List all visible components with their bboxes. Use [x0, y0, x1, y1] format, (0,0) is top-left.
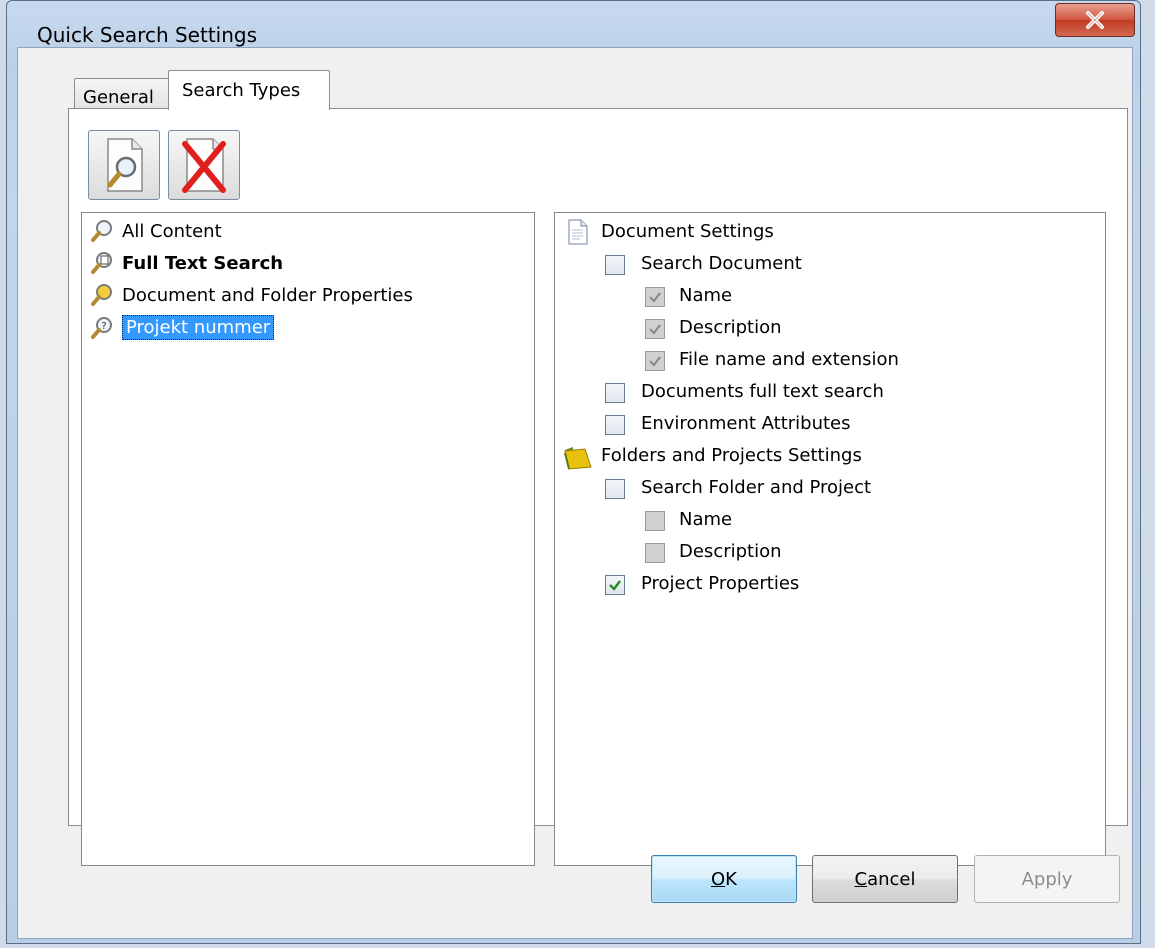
magnifier-icon [90, 219, 114, 243]
doc-description-checkbox[interactable] [645, 319, 665, 339]
cancel-button[interactable]: Cancel [812, 855, 958, 903]
magnifier-folder-icon [90, 283, 114, 307]
list-item[interactable]: Full Text Search [90, 251, 283, 275]
ok-label: OK [711, 868, 737, 890]
tab-general[interactable]: General [74, 78, 169, 109]
list-item[interactable]: Document and Folder Properties [90, 283, 413, 307]
doc-filename-label: File name and extension [679, 349, 899, 370]
document-settings-group: Document Settings [601, 221, 774, 242]
docs-full-text-label: Documents full text search [641, 381, 884, 402]
docs-full-text-checkbox[interactable] [605, 383, 625, 403]
folder-description-label: Description [679, 541, 782, 562]
delete-search-type-button[interactable] [168, 130, 240, 200]
dialog-client-area: General Search Types All Content Full Te… [17, 47, 1133, 939]
search-folder-label: Search Folder and Project [641, 477, 872, 498]
dialog-window: Quick Search Settings General Search Typ… [6, 0, 1141, 944]
settings-tree[interactable]: Document Settings Search Document Name D… [554, 212, 1106, 866]
tab-search-types[interactable]: Search Types [168, 70, 330, 110]
folder-description-checkbox[interactable] [645, 543, 665, 563]
new-search-type-button[interactable] [88, 130, 160, 200]
folder-icon [563, 445, 593, 471]
search-document-label: Search Document [641, 253, 802, 274]
delete-search-type-icon [182, 138, 226, 193]
svg-text:?: ? [101, 321, 106, 332]
search-folder-checkbox[interactable] [605, 479, 625, 499]
selected-item-label: Projekt nummer [122, 315, 275, 340]
project-properties-checkbox[interactable] [605, 575, 625, 595]
list-item[interactable]: All Content [90, 219, 222, 243]
folders-projects-group: Folders and Projects Settings [601, 445, 862, 466]
close-button[interactable] [1055, 3, 1135, 37]
doc-filename-checkbox[interactable] [645, 351, 665, 371]
project-properties-label: Project Properties [641, 573, 800, 594]
magnifier-question-icon: ? [90, 316, 114, 340]
doc-description-label: Description [679, 317, 782, 338]
env-attributes-label: Environment Attributes [641, 413, 851, 434]
ok-button[interactable]: OK [651, 855, 797, 903]
check-icon [649, 356, 661, 367]
env-attributes-checkbox[interactable] [605, 415, 625, 435]
search-types-list[interactable]: All Content Full Text Search Document an… [81, 212, 535, 866]
doc-name-label: Name [679, 285, 733, 306]
window-title: Quick Search Settings [37, 23, 258, 47]
list-item[interactable]: ? Projekt nummer [90, 315, 275, 340]
search-document-checkbox[interactable] [605, 255, 625, 275]
apply-button[interactable]: Apply [974, 855, 1120, 903]
folder-name-checkbox[interactable] [645, 511, 665, 531]
cancel-label: Cancel [854, 868, 916, 890]
new-search-type-icon [107, 138, 143, 192]
document-icon [567, 219, 589, 245]
check-icon [649, 324, 661, 335]
magnifier-document-icon [90, 251, 114, 275]
doc-name-checkbox[interactable] [645, 287, 665, 307]
check-icon [609, 580, 621, 591]
check-icon [649, 292, 661, 303]
close-icon [1086, 11, 1104, 29]
folder-name-label: Name [679, 509, 733, 530]
